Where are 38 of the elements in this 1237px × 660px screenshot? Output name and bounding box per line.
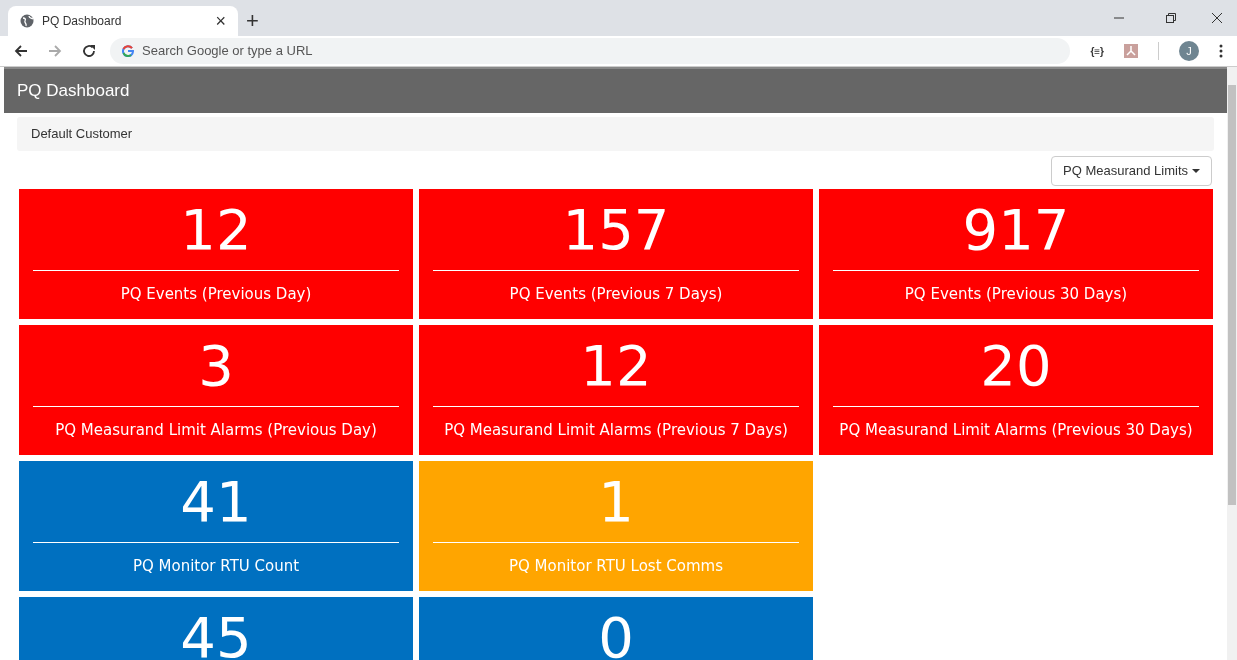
- stat-label: PQ Measurand Limit Alarms (Previous 30 Days): [838, 421, 1194, 440]
- stat-value: 0: [597, 610, 635, 660]
- close-tab-button[interactable]: ×: [215, 12, 226, 30]
- google-logo-icon: [122, 45, 134, 57]
- stat-value: 3: [197, 338, 235, 394]
- stat-label: PQ Events (Previous 30 Days): [903, 285, 1129, 304]
- new-tab-button[interactable]: +: [246, 10, 259, 32]
- breadcrumb: Default Customer: [17, 117, 1214, 151]
- stat-label: PQ Monitor RTU Lost Comms: [507, 557, 725, 576]
- stat-label: PQ Measurand Limit Alarms (Previous 7 Days): [443, 421, 789, 440]
- measurand-limits-dropdown[interactable]: PQ Measurand Limits: [1051, 156, 1212, 186]
- stat-value: 917: [961, 202, 1071, 258]
- caret-icon: [1192, 169, 1200, 173]
- globe-icon: [20, 14, 34, 28]
- address-field: Search Google or type a URL: [142, 41, 1059, 61]
- restore-icon[interactable]: [1165, 12, 1177, 24]
- scrollbar[interactable]: [1227, 67, 1237, 660]
- stat-value: 1: [597, 474, 635, 530]
- stat-label: PQ Events (Previous Day): [119, 285, 313, 304]
- profile-avatar[interactable]: J: [1179, 41, 1199, 61]
- page-header: PQ Dashboard: [4, 67, 1227, 113]
- stat-value: 157: [561, 202, 671, 258]
- stat-label: PQ Events (Previous 7 Days): [508, 285, 724, 304]
- stat-value: 12: [579, 338, 653, 394]
- close-icon[interactable]: [1211, 12, 1223, 24]
- stat-label: PQ Measurand Limit Alarms (Previous Day): [54, 421, 378, 440]
- stat-value: 20: [979, 338, 1053, 394]
- back-arrow-icon[interactable]: [14, 44, 28, 58]
- stat-label: PQ Monitor RTU Count: [131, 557, 301, 576]
- address-bar[interactable]: Search Google or type a URL: [110, 38, 1071, 64]
- stat-value: 45: [179, 610, 253, 660]
- extension-button[interactable]: {≡}: [1090, 43, 1104, 59]
- stat-value: 41: [179, 474, 253, 530]
- stat-value: 12: [179, 202, 253, 258]
- tab-title: PQ Dashboard: [42, 13, 123, 30]
- browser-tab[interactable]: PQ Dashboard ×: [8, 6, 238, 36]
- reload-icon[interactable]: [82, 44, 96, 58]
- menu-icon[interactable]: [1219, 44, 1223, 58]
